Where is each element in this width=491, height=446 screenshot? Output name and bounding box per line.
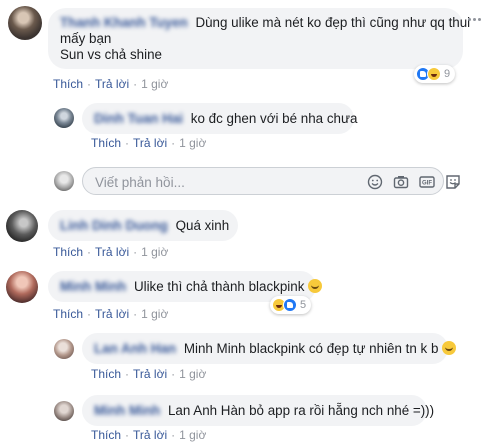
comment-bubble: Thanh Khanh Tuyen Dùng ulike mà nét ko đ… [48,8,470,69]
haha-reaction-icon [427,67,441,81]
avatar[interactable] [54,339,74,359]
comment-bubble: Dinh Tuan Hai ko đc ghen với bé nha chưa [82,103,357,134]
avatar[interactable] [54,401,74,421]
comment-bubble: Lan Anh Han Minh Minh blackpink có đẹp t… [82,333,457,364]
comment-actions: Thích · Trả lời · 1 giờ [53,77,169,91]
reply-input[interactable] [93,172,317,192]
reaction-count: 5 [300,299,307,311]
comment-time[interactable]: 1 giờ [141,307,168,321]
reaction-summary[interactable]: 9 [414,65,456,83]
reply-box: GIF [82,167,460,195]
reply-link[interactable]: Trả lời [133,367,167,381]
comment-text: Ulike thì chả thành blackpink [133,279,305,294]
reaction-count: 9 [444,68,451,80]
comment-bubble: Minh Minh Lan Anh Hàn bỏ app ra rồi hẵng… [82,395,434,426]
comment-author[interactable]: Dinh Tuan Hai [94,111,183,126]
avatar[interactable] [54,108,74,128]
comment-text: Lan Anh Hàn bỏ app ra rồi hẵng nch nhé =… [167,403,435,418]
smile-emoji-icon [308,279,323,293]
like-link[interactable]: Thích [53,77,83,91]
comment-time[interactable]: 1 giờ [141,77,168,91]
comment-actions: Thích · Trả lời · 1 giờ [91,428,207,442]
like-link[interactable]: Thích [91,136,121,150]
comment-time[interactable]: 1 giờ [179,428,206,442]
comment-actions: Thích · Trả lời · 1 giờ [53,245,169,259]
comment-author[interactable]: Linh Dinh Duong [60,218,168,233]
avatar[interactable] [8,6,42,40]
reply-link[interactable]: Trả lời [95,307,129,321]
comment-author[interactable]: Minh Minh [60,279,126,294]
comment-actions: Thích · Trả lời · 1 giờ [53,307,169,321]
like-reaction-icon [283,298,297,312]
comment-time[interactable]: 1 giờ [141,245,168,259]
comment-author[interactable]: Lan Anh Han [94,341,176,356]
reply-link[interactable]: Trả lời [95,245,129,259]
avatar [54,171,74,191]
camera-icon[interactable] [393,174,409,190]
like-link[interactable]: Thích [53,307,83,321]
comment-actions: Thích · Trả lời · 1 giờ [91,136,207,150]
comment-text: Minh Minh blackpink có đẹp tự nhiên tn k… [183,341,439,356]
reaction-summary[interactable]: 5 [270,296,312,314]
gif-icon[interactable]: GIF [419,174,435,190]
avatar[interactable] [6,210,38,242]
reply-link[interactable]: Trả lời [133,136,167,150]
comment-bubble: Linh Dinh Duong Quá xinh [48,210,238,241]
reply-link[interactable]: Trả lời [133,428,167,442]
emoji-icon[interactable] [367,174,383,190]
comment-text-line: mấy bạn [60,31,112,46]
sticker-icon[interactable] [445,174,461,190]
comment-author[interactable]: Minh Minh [94,403,160,418]
smile-emoji-icon [442,341,457,355]
comment-author[interactable]: Thanh Khanh Tuyen [60,15,188,30]
comment-actions: Thích · Trả lời · 1 giờ [91,367,207,381]
like-link[interactable]: Thích [53,245,83,259]
comment-text: Quá xinh [175,218,230,233]
comment-text-line: Sun vs chả shine [60,47,162,62]
like-link[interactable]: Thích [91,367,121,381]
comment-text: ko đc ghen với bé nha chưa [190,111,358,126]
like-link[interactable]: Thích [91,428,121,442]
comment-text: Dùng ulike mà nét ko đẹp thì cũng như qq… [195,15,471,30]
comment-time[interactable]: 1 giờ [179,136,206,150]
more-options-icon[interactable] [468,18,482,24]
svg-text:GIF: GIF [422,181,432,187]
avatar[interactable] [6,271,38,303]
reply-link[interactable]: Trả lời [95,77,129,91]
comment-time[interactable]: 1 giờ [179,367,206,381]
